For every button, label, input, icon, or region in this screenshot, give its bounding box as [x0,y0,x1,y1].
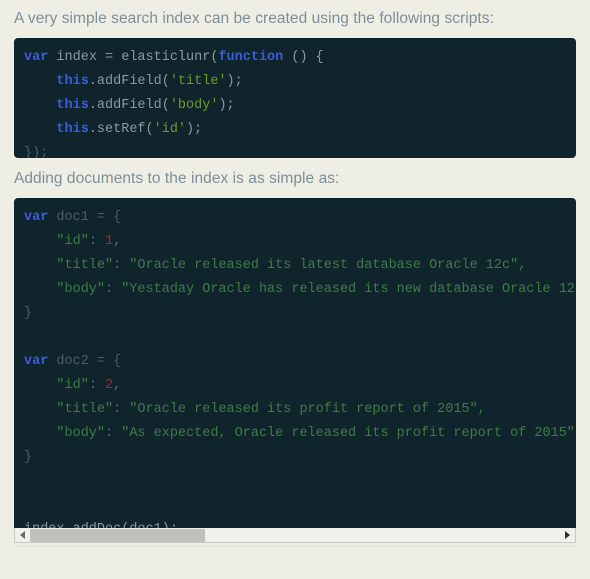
code-line: var doc2 = { [24,350,566,374]
code-line: } [24,446,566,470]
intro-paragraph-2: Adding documents to the index is as simp… [14,170,340,187]
code-token: () { [283,50,324,65]
code-token: 'id' [153,122,187,137]
code-token: this [56,74,89,89]
code-token: function [218,50,284,65]
code-line: "title": "Oracle released its profit rep… [24,398,566,422]
code-line: this.addField('body'); [24,94,566,118]
bottom-divider [14,546,576,547]
code-token: , [113,234,122,249]
code-token: "Oracle released its latest database Ora… [129,258,527,273]
code-token: "id" [56,234,89,249]
code-token: 1 [105,234,114,249]
code-token: : [113,402,130,417]
code-token: var [24,50,49,65]
code-token: "id" [56,378,89,393]
scroll-right-arrow-icon[interactable] [560,529,575,542]
code-line: } [24,302,566,326]
scrollbar-track[interactable] [30,528,560,542]
code-token: 'body' [169,98,219,113]
code-token: .setRef( [88,122,154,137]
code-line: "title": "Oracle released its latest dat… [24,254,566,278]
code-token: ); [226,74,243,89]
code-line: this.setRef('id'); [24,118,566,142]
page-root: A very simple search index can be create… [0,0,590,579]
code-token: ); [218,98,235,113]
code-token: this [56,122,89,137]
code-token: : [88,378,106,393]
code-token: : [113,258,130,273]
code-token: doc2 = { [48,354,122,369]
code-token: "body" [56,426,106,441]
code-token: ); [186,122,203,137]
code-token: 'title' [169,74,227,89]
code-token: var [24,210,49,225]
code-token: } [24,450,33,465]
code-line: "body": "As expected, Oracle released it… [24,422,575,446]
code-line: }); [24,142,566,158]
code-token: "body" [56,282,106,297]
code-block-add-documents[interactable]: var doc1 = { "id": 1, "title": "Oracle r… [14,198,576,528]
code-token: , [113,378,122,393]
code-token: : [105,282,122,297]
code-content-2: var doc1 = { "id": 1, "title": "Oracle r… [14,206,576,528]
code-line: var doc1 = { [24,206,566,230]
code-block-create-index[interactable]: var index = elasticlunr(function () { th… [14,38,576,158]
code-token: var [24,354,49,369]
code-token: "As expected, Oracle released its profit… [121,426,575,441]
intro-paragraph-1: A very simple search index can be create… [14,10,494,27]
code-token: "Yestaday Oracle has released its new da… [121,282,576,297]
code-line: var index = elasticlunr(function () { [24,46,566,70]
code-token: 2 [105,378,114,393]
code-token: .addField( [88,98,170,113]
code-token: } [24,306,33,321]
code-token: index = elasticlunr( [48,50,219,65]
code-line: this.addField('title'); [24,70,566,94]
code-line: index.addDoc(doc1); [24,518,566,528]
code-token: : [88,234,106,249]
horizontal-scrollbar[interactable] [14,528,576,543]
code-token: }); [24,146,49,158]
code-line: "id": 1, [24,230,566,254]
code-line: "id": 2, [24,374,566,398]
code-content-1: var index = elasticlunr(function () { th… [14,46,576,158]
code-token: "title" [56,402,114,417]
code-token: "Oracle released its profit report of 20… [129,402,486,417]
code-token: : [105,426,122,441]
code-token: doc1 = { [48,210,122,225]
code-token: .addField( [88,74,170,89]
scroll-left-arrow-icon[interactable] [15,529,30,542]
code-token: "title" [56,258,114,273]
code-line: "body": "Yestaday Oracle has released it… [24,278,576,302]
code-token: this [56,98,89,113]
scrollbar-thumb[interactable] [30,528,205,542]
